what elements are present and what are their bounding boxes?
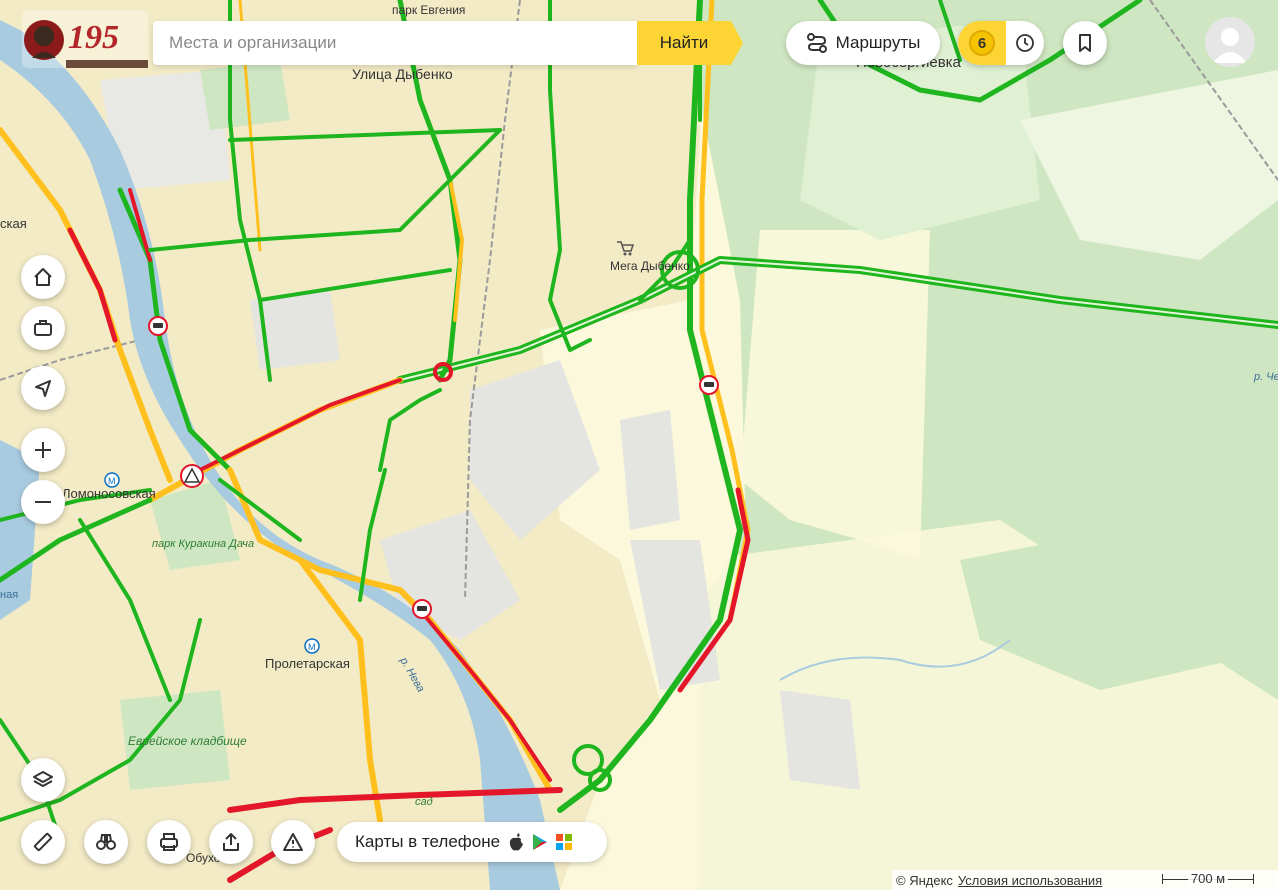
- label-naya: ная: [0, 589, 18, 601]
- minus-icon: [35, 501, 51, 503]
- zoom-in-button[interactable]: [21, 428, 65, 472]
- roadworks-icon[interactable]: [180, 464, 204, 488]
- metro-icon: М: [104, 472, 120, 488]
- warning-icon: [283, 833, 303, 851]
- traffic-control: 6: [958, 21, 1044, 65]
- search-button[interactable]: Найти: [637, 21, 743, 65]
- accident-icon[interactable]: [148, 316, 168, 336]
- layers-button[interactable]: [21, 758, 65, 802]
- profile-icon: [1213, 28, 1247, 63]
- copyright-text: © Яндекс: [896, 872, 953, 888]
- label-skaya: ская: [0, 216, 27, 231]
- label-evreyskoe: Еврейское кладбище: [128, 734, 247, 748]
- print-icon: [160, 833, 178, 851]
- maps-in-phone-label: Карты в телефоне: [355, 832, 501, 851]
- apple-icon: [509, 833, 524, 851]
- accident-icon[interactable]: [699, 375, 719, 395]
- terms-link[interactable]: Условия использования: [958, 873, 1102, 888]
- traffic-score: 6: [969, 30, 995, 56]
- accident-icon[interactable]: [412, 599, 432, 619]
- binoculars-icon: [96, 834, 116, 850]
- label-ulitsa-dybenko: Улица Дыбенко: [352, 66, 453, 82]
- label-sad: сад: [415, 796, 433, 808]
- bookmark-icon: [1079, 34, 1091, 52]
- work-button[interactable]: [21, 306, 65, 350]
- my-location-button[interactable]: [21, 366, 65, 410]
- scale-label: 700 м: [1187, 871, 1229, 886]
- search-bar: Найти: [153, 21, 743, 65]
- plus-icon: [35, 442, 51, 458]
- routes-icon: [806, 33, 827, 53]
- yandex-maps-logo[interactable]: 195: [22, 10, 148, 68]
- label-park-kurakina: парк Куракина Дача: [152, 538, 254, 550]
- report-issue-button[interactable]: [271, 820, 315, 864]
- routes-label: Маршруты: [835, 33, 921, 52]
- home-button[interactable]: [21, 255, 65, 299]
- home-icon: [34, 268, 52, 286]
- traffic-forecast-button[interactable]: [1006, 21, 1044, 65]
- label-mega-dybenko: Мега Дыбенко: [610, 259, 690, 273]
- traffic-toggle[interactable]: 6: [958, 21, 1006, 65]
- google-play-icon: [533, 834, 548, 850]
- svg-text:М: М: [108, 476, 116, 486]
- zoom-out-button[interactable]: [21, 480, 65, 524]
- routes-button[interactable]: Маршруты: [786, 21, 940, 65]
- location-arrow-icon: [35, 380, 51, 397]
- metro-icon: М: [304, 638, 320, 654]
- label-proletarskaya: Пролетарская: [265, 656, 350, 671]
- avatar[interactable]: [1205, 17, 1255, 67]
- panorama-button[interactable]: [84, 820, 128, 864]
- map-canvas[interactable]: Улица Дыбенко парк Евгения Новосергиевка…: [0, 0, 1278, 890]
- svg-text:М: М: [308, 642, 316, 652]
- share-button[interactable]: [209, 820, 253, 864]
- clock-icon: [1016, 34, 1034, 52]
- ruler-icon: [33, 832, 53, 852]
- label-lomonosovskaya: Ломоносовская: [62, 486, 156, 501]
- briefcase-icon: [34, 320, 52, 336]
- label-park-evgenia: парк Евгения: [392, 3, 465, 17]
- maps-in-phone-button[interactable]: Карты в телефоне: [337, 822, 607, 862]
- bookmarks-button[interactable]: [1063, 21, 1107, 65]
- layers-icon: [33, 771, 53, 787]
- label-r-che: р. Че: [1253, 371, 1278, 383]
- svg-text:195: 195: [68, 19, 119, 56]
- print-button[interactable]: [147, 820, 191, 864]
- scale-indicator: 700 м: [1162, 871, 1254, 887]
- share-icon: [223, 833, 239, 851]
- ruler-button[interactable]: [21, 820, 65, 864]
- windows-icon: [556, 834, 573, 850]
- search-input[interactable]: [153, 21, 637, 65]
